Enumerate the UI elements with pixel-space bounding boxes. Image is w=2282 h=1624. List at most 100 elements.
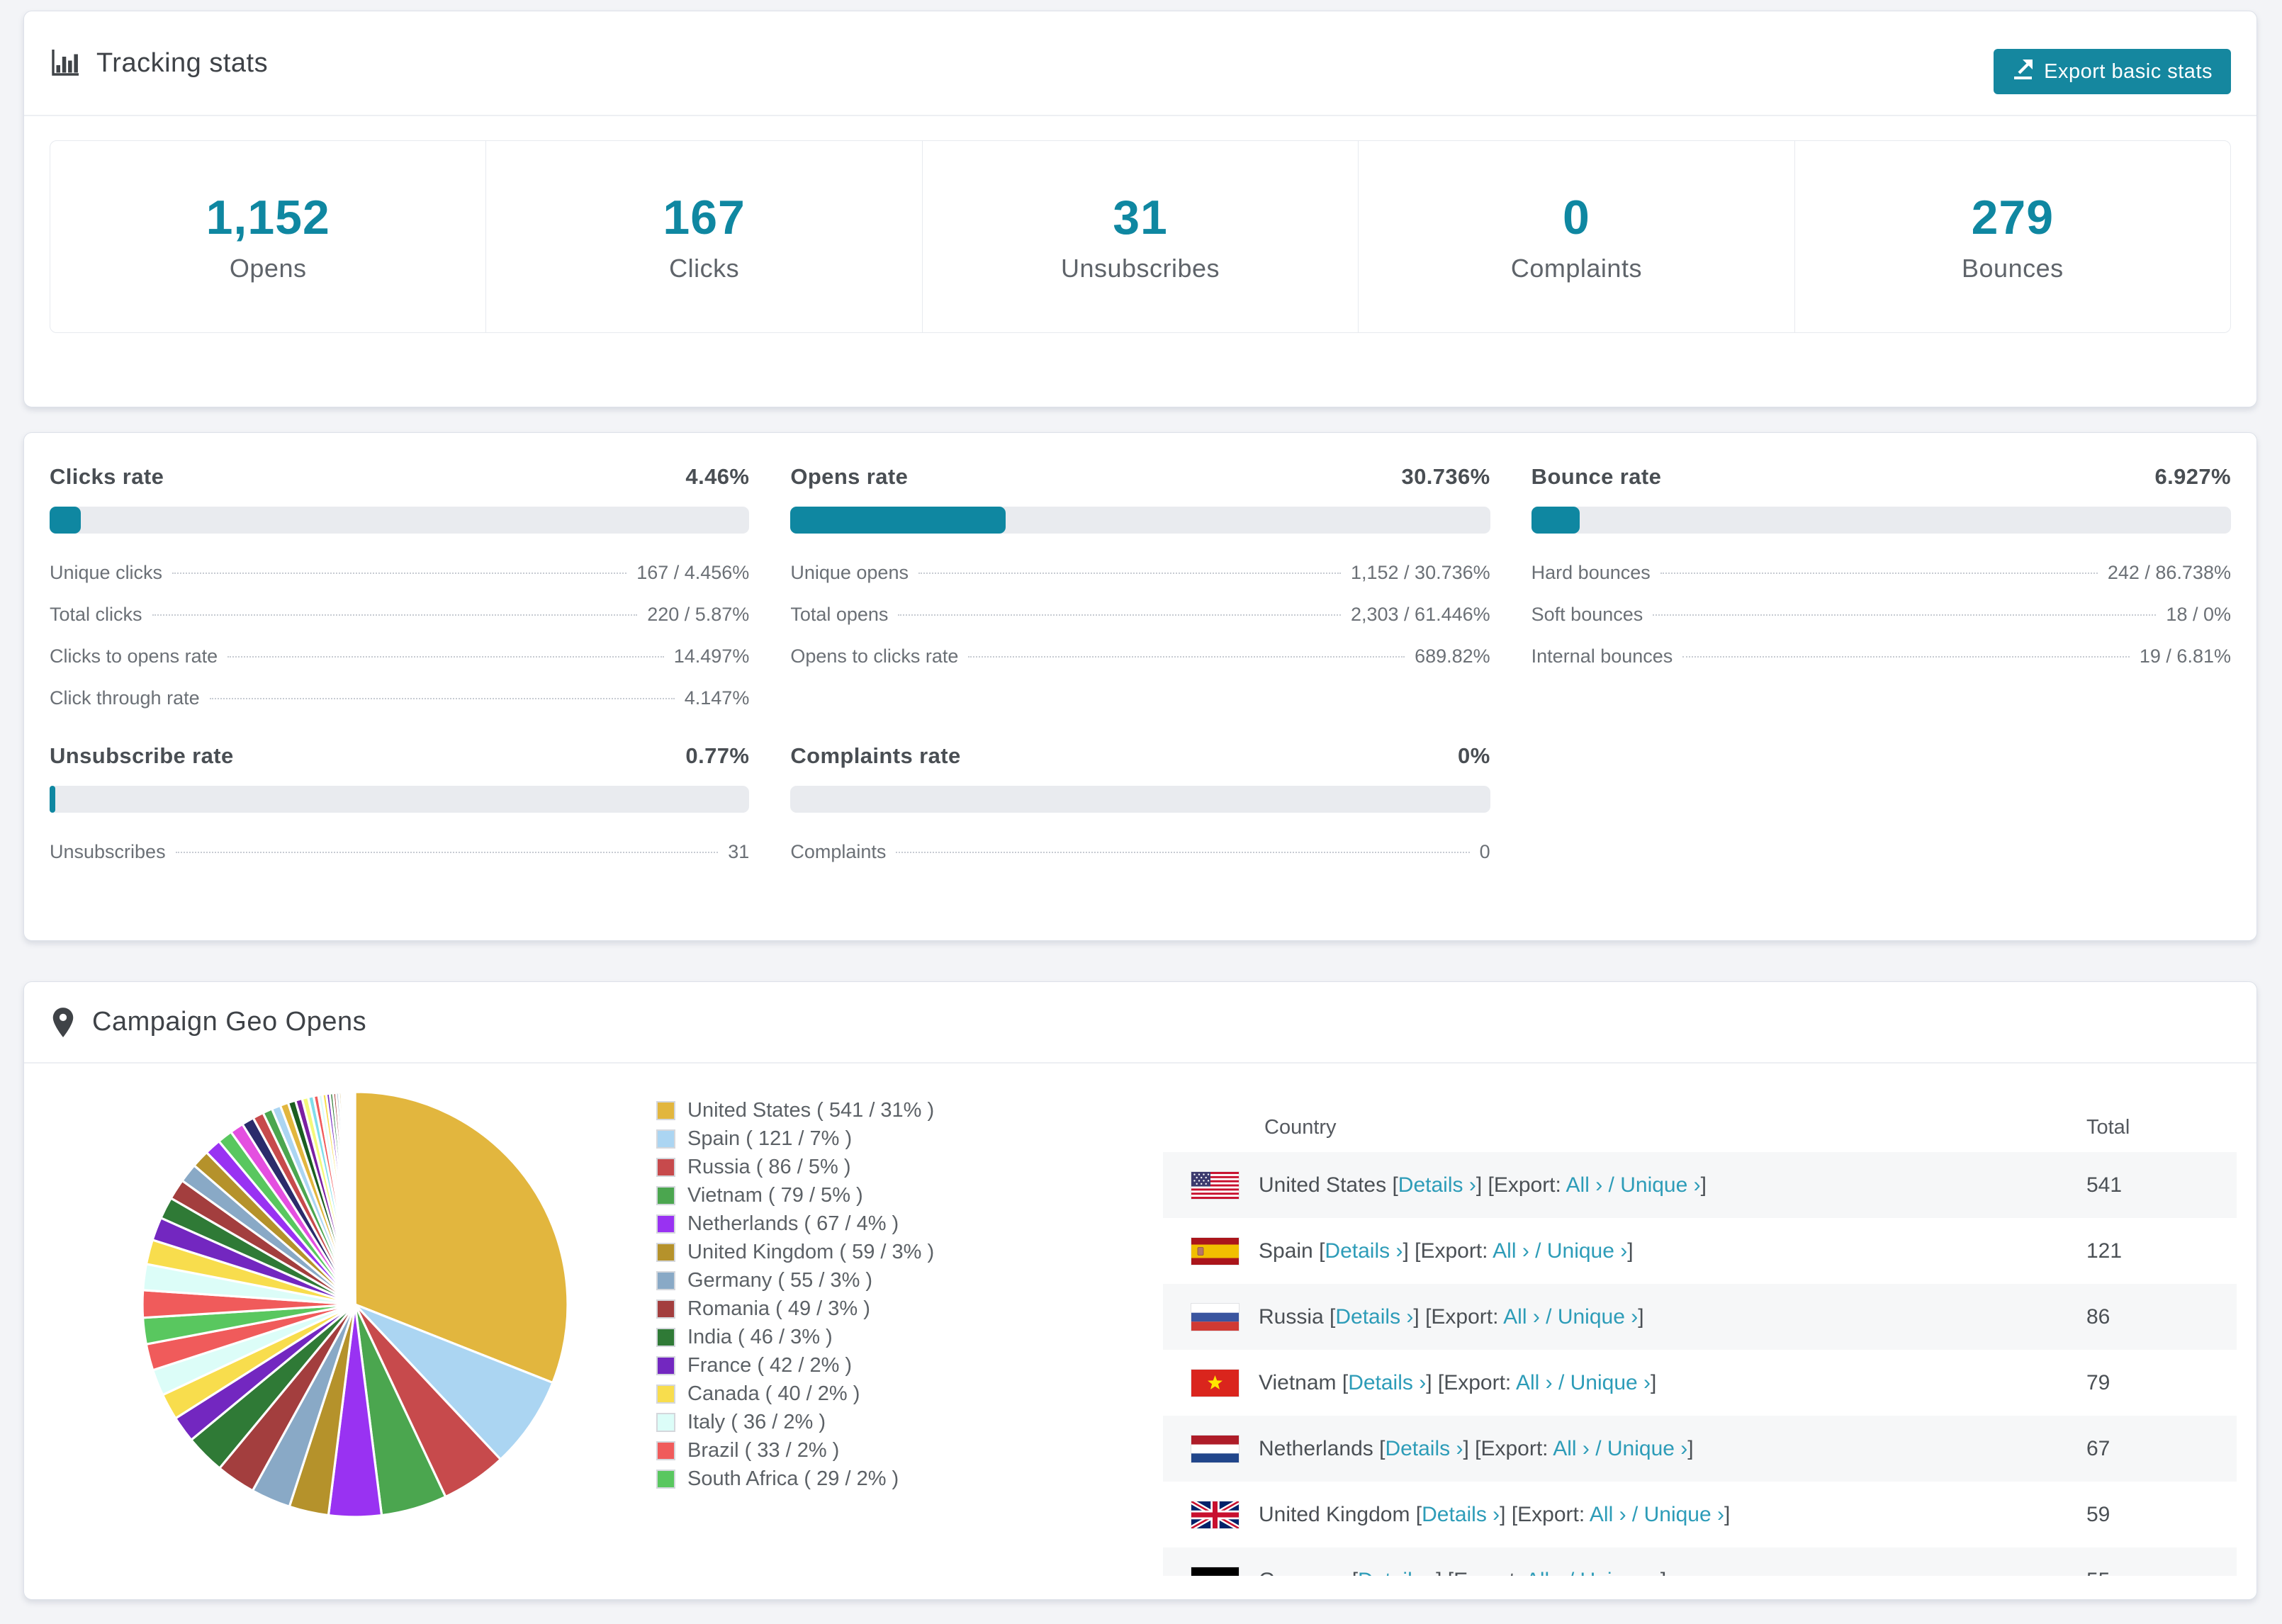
details-link[interactable]: Details › [1398, 1173, 1476, 1197]
legend-item: United States ( 541 / 31% ) [656, 1099, 934, 1122]
export-all-link[interactable]: All › [1526, 1569, 1563, 1577]
legend-label: Italy ( 36 / 2% ) [687, 1411, 826, 1433]
legend-swatch [656, 1129, 675, 1149]
dotted-leader [152, 614, 638, 616]
export-unique-link[interactable]: Unique › [1580, 1569, 1660, 1577]
stat-label: Unsubscribes [50, 841, 166, 862]
flag-ru-icon [1191, 1303, 1239, 1331]
legend-item: Spain ( 121 / 7% ) [656, 1127, 934, 1150]
rate-header: Bounce rate 6.927% [1531, 464, 2231, 490]
link-separator: / [1589, 1436, 1607, 1460]
legend-label: United Kingdom ( 59 / 3% ) [687, 1241, 935, 1263]
tracking-stats-title-label: Tracking stats [96, 47, 269, 78]
total-value: 121 [2086, 1239, 2123, 1263]
details-link[interactable]: Details › [1422, 1503, 1500, 1526]
stat-row: Soft bounces 18 / 0% [1531, 594, 2231, 636]
country-name: Vietnam [ [1259, 1370, 1349, 1394]
link-separator: / [1529, 1239, 1547, 1263]
export-all-link[interactable]: All › [1590, 1503, 1626, 1526]
rate-header: Complaints rate 0% [790, 743, 1490, 769]
summary-stat-opens: 1,152 Opens [50, 141, 487, 332]
stat-row: Internal bounces 19 / 6.81% [1531, 636, 2231, 677]
export-icon [2012, 58, 2034, 86]
stat-label: Soft bounces [1531, 604, 1643, 625]
rate-block: Complaints rate 0% Complaints 0 [790, 743, 1490, 873]
rate-rows: Unique clicks 167 / 4.456% Total clicks 220… [50, 552, 749, 719]
geo-opens-title: Campaign Geo Opens [50, 1006, 366, 1039]
flag-gb-icon [1191, 1501, 1239, 1528]
rate-rows: Unique opens 1,152 / 30.736% Total opens 2,… [790, 552, 1490, 677]
legend-swatch [656, 1470, 675, 1489]
export-all-link[interactable]: All › [1566, 1173, 1603, 1197]
export-basic-stats-button[interactable]: Export basic stats [1994, 49, 2231, 94]
details-link[interactable]: Details › [1358, 1569, 1436, 1577]
progress-bar-track [50, 507, 750, 534]
summary-label: Unsubscribes [1060, 254, 1220, 283]
stat-label: Opens to clicks rate [790, 645, 959, 667]
bar-chart-icon [50, 47, 81, 79]
export-unique-link[interactable]: Unique › [1570, 1371, 1651, 1394]
legend-item: Canada ( 40 / 2% ) [656, 1382, 934, 1405]
legend-item: South Africa ( 29 / 2% ) [656, 1467, 934, 1490]
legend-item: Romania ( 49 / 3% ) [656, 1297, 934, 1320]
rate-rows: Unsubscribes 31 [50, 831, 749, 873]
rate-title: Clicks rate [50, 464, 164, 489]
country-name: Russia [ [1259, 1304, 1336, 1329]
progress-bar-fill [790, 507, 1006, 534]
stat-value: 0 [1479, 841, 1490, 862]
rate-value: 0% [1458, 743, 1490, 768]
progress-bar-track [1531, 507, 2231, 534]
geo-table-row: Germany [Details ›] [Export: All › / Uni… [1163, 1547, 2237, 1576]
legend-swatch [656, 1328, 675, 1347]
rate-value: 0.77% [685, 743, 750, 768]
summary-value: 0 [1563, 191, 1590, 244]
summary-stat-bounces: 279 Bounces [1795, 141, 2230, 332]
export-unique-link[interactable]: Unique › [1620, 1173, 1700, 1197]
flag-es-icon [1191, 1237, 1239, 1265]
export-unique-link[interactable]: Unique › [1558, 1305, 1638, 1329]
legend-item: Russia ( 86 / 5% ) [656, 1156, 934, 1178]
stat-value: 1,152 / 30.736% [1350, 562, 1490, 583]
rate-block: Opens rate 30.736% Unique opens 1,152 / 30.… [790, 464, 1490, 719]
legend-swatch [656, 1299, 675, 1319]
export-unique-link[interactable]: Unique › [1607, 1437, 1687, 1460]
dotted-leader [898, 614, 1341, 616]
details-link[interactable]: Details › [1348, 1371, 1426, 1394]
legend-item: Netherlands ( 67 / 4% ) [656, 1212, 934, 1235]
legend-swatch [656, 1101, 675, 1120]
export-unique-link[interactable]: Unique › [1644, 1503, 1724, 1526]
export-all-link[interactable]: All › [1553, 1437, 1590, 1460]
details-link[interactable]: Details › [1335, 1305, 1413, 1329]
link-separator: / [1626, 1502, 1644, 1526]
rate-header: Unsubscribe rate 0.77% [50, 743, 749, 769]
export-text: ] [Export: [1436, 1569, 1526, 1577]
dotted-leader [1653, 614, 2157, 616]
export-text: ] [Export: [1476, 1173, 1566, 1197]
legend-swatch [656, 1158, 675, 1177]
details-link[interactable]: Details › [1325, 1239, 1403, 1263]
export-all-link[interactable]: All › [1493, 1239, 1529, 1263]
export-text: ] [Export: [1426, 1370, 1516, 1394]
bracket-close: ] [1638, 1304, 1644, 1329]
legend-label: Brazil ( 33 / 2% ) [687, 1439, 840, 1462]
progress-bar-fill [50, 507, 82, 534]
page: { "colors": { "accent_teal": "#0F87A1", … [0, 0, 2282, 1624]
flag-nl-icon [1191, 1435, 1239, 1462]
stat-row: Total clicks 220 / 5.87% [50, 594, 749, 636]
geo-opens-header: Campaign Geo Opens [24, 982, 2256, 1064]
bracket-close: ] [1660, 1569, 1666, 1577]
rate-value: 4.46% [685, 464, 750, 489]
total-value: 67 [2086, 1436, 2110, 1460]
rate-title: Opens rate [790, 464, 909, 489]
stat-label: Clicks to opens rate [50, 645, 218, 667]
legend-swatch [656, 1214, 675, 1234]
dotted-leader [175, 852, 719, 853]
rate-rows: Complaints 0 [790, 831, 1490, 873]
export-unique-link[interactable]: Unique › [1547, 1239, 1627, 1263]
export-all-link[interactable]: All › [1503, 1305, 1540, 1329]
stat-row: Hard bounces 242 / 86.738% [1531, 552, 2231, 594]
export-all-link[interactable]: All › [1516, 1371, 1553, 1394]
legend-swatch [656, 1385, 675, 1404]
details-link[interactable]: Details › [1385, 1437, 1463, 1460]
legend-label: Netherlands ( 67 / 4% ) [687, 1212, 899, 1235]
